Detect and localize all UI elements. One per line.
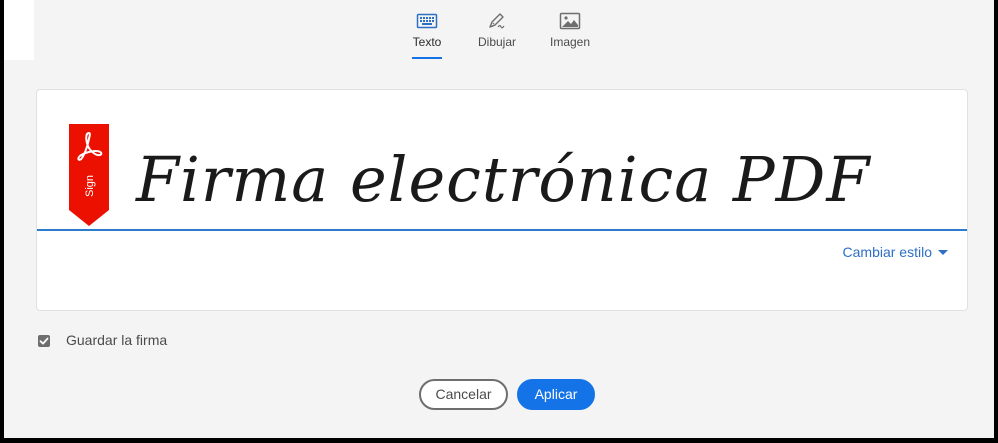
signature-mode-tabs: Texto Dibujar Imagen [0,0,998,60]
signature-preview-text: Firma electrónica PDF [136,143,871,216]
ribbon-label: Sign [84,175,96,197]
change-style-label: Cambiar estilo [842,244,932,260]
tab-label: Texto [412,35,442,49]
change-style-dropdown[interactable]: Cambiar estilo [843,244,948,260]
signature-baseline [37,229,967,231]
tab-label: Imagen [549,35,591,49]
tab-texto[interactable]: Texto [412,8,442,60]
sign-ribbon: Sign [69,124,109,226]
tab-imagen[interactable]: Imagen [548,8,592,60]
tab-label: Dibujar [477,35,516,49]
tab-dibujar[interactable]: Dibujar [475,8,519,60]
image-icon [559,12,581,30]
keyboard-icon [416,13,438,29]
save-signature-checkbox[interactable] [38,335,50,347]
apply-button[interactable]: Aplicar [517,379,595,410]
save-signature-label: Guardar la firma [66,332,168,348]
cancel-button[interactable]: Cancelar [419,379,508,410]
checkmark-icon [39,337,49,345]
caret-down-icon [938,249,948,255]
pen-draw-icon [489,13,505,29]
